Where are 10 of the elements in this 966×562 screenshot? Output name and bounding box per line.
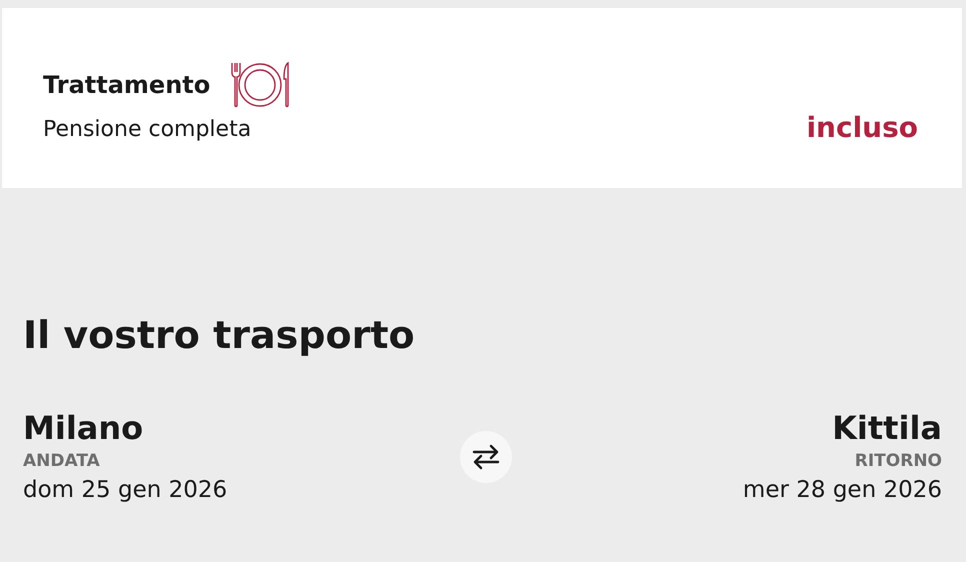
arrival-city: Kittila xyxy=(832,408,942,448)
leg-label: ANDATA xyxy=(23,450,101,472)
included-label: incluso xyxy=(806,110,918,144)
section-title: Il vostro trasporto xyxy=(23,316,416,354)
departure-city: Milano xyxy=(23,408,144,448)
return-date: mer 28 gen 2026 xyxy=(742,476,942,505)
board-type: Pensione completa xyxy=(43,116,252,142)
meal-title: Trattamento xyxy=(43,70,210,98)
departure-date: dom 25 gen 2026 xyxy=(23,476,228,505)
leg-label: RITORNO xyxy=(854,450,942,472)
